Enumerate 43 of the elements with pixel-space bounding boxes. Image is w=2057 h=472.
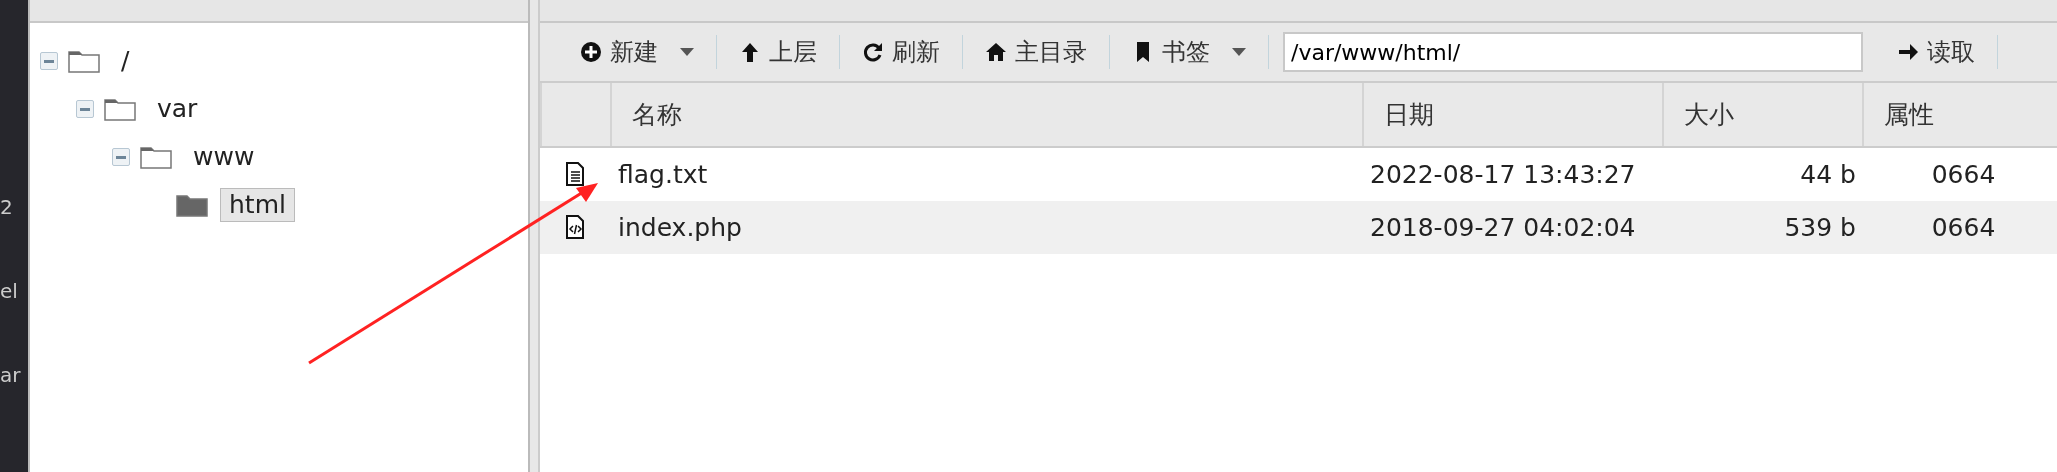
read-button[interactable]: 读取	[1875, 30, 1997, 74]
code-file-icon	[564, 215, 586, 240]
file-size: 44 b	[1799, 158, 1857, 191]
text-fragment: ar	[0, 363, 22, 387]
file-date: 2022-08-17 13:43:27	[1369, 158, 1637, 191]
text-fragment: el	[0, 279, 19, 303]
plus-icon	[580, 41, 602, 63]
collapse-toggle[interactable]	[112, 148, 130, 166]
toolbar-button[interactable]: 刷新	[840, 30, 962, 74]
tree-item[interactable]: /	[112, 43, 139, 79]
folder-icon	[68, 49, 100, 73]
file-name: flag.txt	[617, 158, 709, 191]
file-attributes: 0664	[1930, 211, 1997, 244]
toolbar-button[interactable]: 新建	[558, 30, 716, 74]
tree-item[interactable]: www	[184, 139, 264, 175]
column-header[interactable]: 日期	[1362, 83, 1662, 146]
folder-icon	[176, 193, 208, 217]
toolbar-button[interactable]: 主目录	[963, 30, 1109, 74]
toolbar-button[interactable]: 上层	[717, 30, 839, 74]
column-header[interactable]: 属性	[1862, 83, 2057, 146]
up-arrow-icon	[739, 41, 761, 63]
minus-icon	[44, 59, 54, 63]
minus-icon	[80, 107, 90, 111]
column-header[interactable]: 名称	[610, 83, 1362, 146]
tree-item[interactable]: html	[220, 187, 295, 223]
file-name: index.php	[617, 211, 743, 244]
column-header[interactable]: 大小	[1662, 83, 1862, 146]
path-field[interactable]: /var/www/html/	[1283, 32, 1863, 72]
refresh-icon	[862, 41, 884, 63]
right-arrow-icon	[1897, 41, 1919, 63]
minus-icon	[116, 155, 126, 159]
document-icon	[564, 162, 586, 187]
text-fragment: 2	[0, 195, 14, 219]
home-icon	[985, 41, 1007, 63]
collapse-toggle[interactable]	[40, 52, 58, 70]
toolbar-button[interactable]: 书签	[1110, 30, 1268, 74]
folder-icon	[104, 97, 136, 121]
file-size: 539 b	[1783, 211, 1857, 244]
collapse-toggle[interactable]	[76, 100, 94, 118]
file-date: 2018-09-27 04:02:04	[1369, 211, 1637, 244]
tree-item[interactable]: var	[148, 91, 207, 127]
file-attributes: 0664	[1930, 158, 1997, 191]
folder-icon	[140, 145, 172, 169]
